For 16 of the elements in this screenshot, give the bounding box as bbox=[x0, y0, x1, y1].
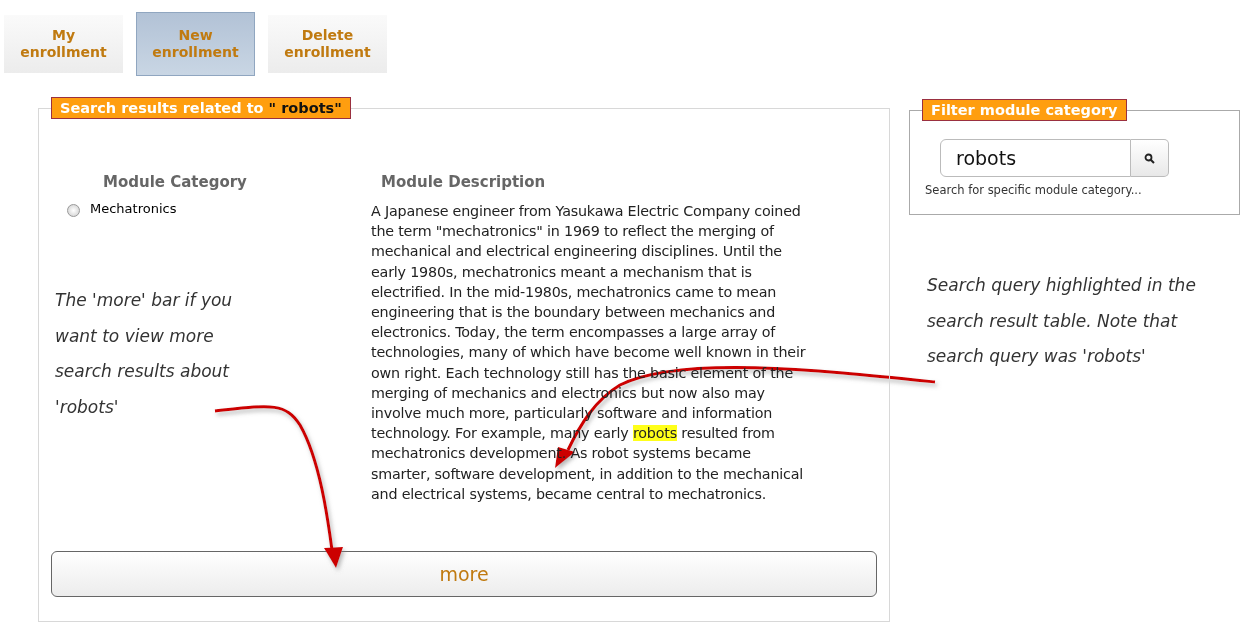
tab[interactable]: My enrollment bbox=[4, 15, 123, 73]
panel-title: Filter module category bbox=[922, 99, 1127, 121]
more-button[interactable]: more bbox=[51, 551, 877, 597]
column-header: Module Category bbox=[102, 173, 248, 191]
tab[interactable]: Delete enrollment bbox=[268, 15, 387, 73]
annotation-text: Search query highlighted in the search result table. Note that search query was 'robots' bbox=[927, 274, 1197, 368]
panel-title: Search results related to " robots" bbox=[51, 97, 351, 119]
column-header: Module Description bbox=[380, 173, 547, 191]
category-label: Mechatronics bbox=[90, 201, 177, 216]
search-button[interactable] bbox=[1131, 139, 1169, 177]
search-icon bbox=[1144, 152, 1155, 164]
hint-text: Search for specific module category... bbox=[925, 183, 1143, 197]
radio-button[interactable] bbox=[67, 204, 80, 217]
tab[interactable]: New enrollment bbox=[136, 12, 255, 76]
search-field[interactable]: robots bbox=[940, 139, 1131, 177]
annotation-text: The 'more' bar if you want to view more search results about 'robots' bbox=[55, 289, 234, 419]
